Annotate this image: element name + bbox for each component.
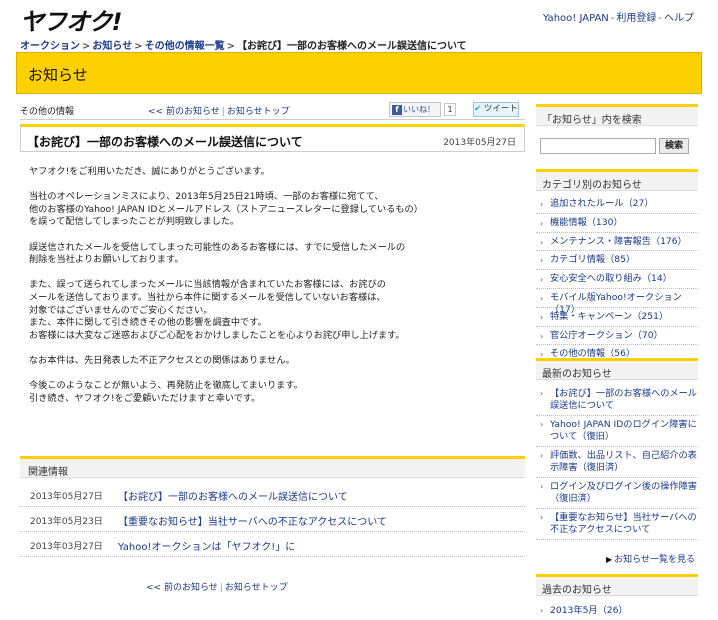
breadcrumb: オークション > お知らせ > その他の情報一覧 > 【お詫び】一部のお客様へのメール誤送信… bbox=[20, 41, 467, 52]
article-body: ヤフオク!をご利用いただき、誠にありがとうございます。 当社のオペレーションミス… bbox=[29, 166, 519, 418]
latest-item[interactable]: › Yahoo! JAPAN IDのログイン障害に ついて（復旧） bbox=[536, 416, 698, 447]
category-list: › 追加されたルール（27） › 機能情報（130） › メンテナンス・障害報告（17… bbox=[536, 195, 698, 365]
category-item[interactable]: › 追加されたルール（27） bbox=[536, 195, 698, 214]
latest-item[interactable]: › 【お詫び】一部のお客様へのメール 誤送信について bbox=[536, 385, 698, 416]
arrow-right-icon: › bbox=[540, 293, 544, 303]
latest-item[interactable]: › 評価数、出品リスト、自己紹介の表 示障害（復旧済） bbox=[536, 447, 698, 478]
page-title: お知らせ bbox=[28, 66, 88, 84]
article-paragraph: 今後このようなことが無いよう、再発防止を徹底してまいります。 引き続き、ヤフオク!… bbox=[29, 380, 303, 404]
related-row[interactable]: 2013年05月27日 【お詫び】一部のお客様へのメール誤送信について bbox=[20, 482, 525, 507]
category-heading: カテゴリ別のお知らせ bbox=[536, 169, 698, 191]
triangle-right-icon: ▶ bbox=[606, 555, 613, 564]
search-heading: 「お知らせ」内を検索 bbox=[536, 104, 698, 126]
latest-list: › 【お詫び】一部のお客様へのメール 誤送信について › Yahoo! JAPAN I… bbox=[536, 385, 698, 540]
article-paragraph: 当社のオペレーションミスにより、2013年5月25日21時頃、一部のお客様に宛て… bbox=[29, 191, 423, 228]
yahuoku-logo[interactable]: ヤフオク! bbox=[20, 2, 122, 37]
related-date: 2013年05月23日 bbox=[30, 517, 103, 527]
tweet-label: ツイート bbox=[483, 104, 518, 114]
article-nav-top: << 前のお知らせ | お知らせトップ bbox=[148, 107, 290, 117]
like-label: いいね！ bbox=[403, 105, 435, 114]
past-list: › 2013年5月（26） bbox=[536, 602, 698, 620]
breadcrumb-news[interactable]: お知らせ bbox=[92, 41, 132, 52]
arrow-right-icon: › bbox=[540, 606, 544, 615]
category-item[interactable]: › モバイル版Yahoo!オークション（17） bbox=[536, 289, 698, 315]
register-link[interactable]: 利用登録 bbox=[616, 13, 656, 24]
header-links: Yahoo! JAPAN - 利用登録 - ヘルプ bbox=[542, 13, 694, 24]
latest-item[interactable]: › 【重要なお知らせ】当社サーバへの 不正なアクセスについて bbox=[536, 509, 698, 540]
arrow-right-icon: › bbox=[540, 200, 544, 209]
arrow-right-icon: › bbox=[540, 451, 544, 460]
related-row[interactable]: 2013年05月23日 【重要なお知らせ】当社サーバへの不正なアクセスについて bbox=[20, 507, 525, 532]
twitter-icon: ✔ bbox=[474, 104, 482, 114]
breadcrumb-other-info[interactable]: その他の情報一覧 bbox=[145, 41, 225, 52]
facebook-like-button[interactable]: f いいね！ bbox=[389, 102, 441, 117]
article-paragraph: なお本件は、先日発表した不正アクセスとの関係はありません。 bbox=[29, 354, 295, 366]
article-date: 2013年05月27日 bbox=[443, 138, 516, 148]
category-item[interactable]: › 安心安全への取り組み（14） bbox=[536, 270, 698, 289]
search-button[interactable]: 検索 bbox=[659, 138, 689, 154]
latest-heading: 最新のお知らせ bbox=[536, 358, 698, 380]
yahoo-japan-link[interactable]: Yahoo! JAPAN bbox=[543, 13, 609, 24]
article-paragraph: また、誤って送られてしまったメールに当該情報が含まれていたお客様には、お詫びのメ… bbox=[29, 279, 405, 341]
arrow-right-icon: › bbox=[540, 420, 544, 429]
article-paragraph: ヤフオク!をご利用いただき、誠にありがとうございます。 bbox=[29, 166, 270, 177]
related-link[interactable]: 【お詫び】一部のお客様へのメール誤送信について bbox=[118, 488, 348, 503]
facebook-icon: f bbox=[392, 104, 402, 115]
site-header: ヤフオク! Yahoo! JAPAN - 利用登録 - ヘルプ bbox=[0, 0, 718, 37]
category-item[interactable]: › カテゴリ情報（85） bbox=[536, 251, 698, 271]
main-content: その他の情報 << 前のお知らせ | お知らせトップ f いいね！ 1 ✔ ツイート … bbox=[20, 100, 525, 593]
arrow-right-icon: › bbox=[540, 218, 544, 228]
category-label: その他の情報 bbox=[20, 107, 75, 117]
like-count: 1 bbox=[444, 103, 456, 116]
latest-item[interactable]: › ログイン及びログイン後の操作障害 （復旧済） bbox=[536, 478, 698, 509]
search-input[interactable] bbox=[540, 138, 656, 154]
article-nav-bottom: << 前のお知らせ | お知らせトップ bbox=[146, 583, 288, 593]
page-banner: お知らせ bbox=[16, 52, 702, 94]
related-date: 2013年03月27日 bbox=[30, 542, 103, 552]
past-item[interactable]: › 2013年5月（26） bbox=[536, 602, 698, 620]
news-top-link[interactable]: お知らせトップ bbox=[225, 583, 288, 593]
category-item[interactable]: › 機能情報（130） bbox=[536, 214, 698, 233]
article-subhead: その他の情報 << 前のお知らせ | お知らせトップ f いいね！ 1 ✔ ツイート bbox=[20, 100, 525, 120]
arrow-right-icon: › bbox=[540, 482, 544, 491]
related-row[interactable]: 2013年03月27日 Yahoo!オークションは「ヤフオク!」に bbox=[20, 532, 525, 557]
related-link[interactable]: Yahoo!オークションは「ヤフオク!」に bbox=[118, 538, 295, 553]
arrow-right-icon: › bbox=[540, 312, 544, 322]
tweet-button[interactable]: ✔ ツイート bbox=[473, 102, 519, 117]
article-paragraph: 誤送信されたメールを受信してしまった可能性のあるお客様には、すでに受信したメール… bbox=[29, 241, 406, 266]
prev-news-link[interactable]: << 前のお知らせ bbox=[148, 107, 220, 117]
arrow-right-icon: › bbox=[540, 256, 544, 266]
related-info-heading: 関連情報 bbox=[20, 456, 525, 478]
article-title: 【お詫び】一部のお客様へのメール誤送信について bbox=[27, 135, 303, 149]
arrow-right-icon: › bbox=[540, 275, 544, 285]
breadcrumb-current: 【お詫び】一部のお客様へのメール誤送信について bbox=[236, 41, 467, 52]
prev-news-link[interactable]: << 前のお知らせ bbox=[146, 583, 218, 593]
news-top-link[interactable]: お知らせトップ bbox=[227, 107, 290, 117]
help-link[interactable]: ヘルプ bbox=[664, 13, 694, 24]
arrow-right-icon: › bbox=[540, 513, 544, 522]
past-heading: 過去のお知らせ bbox=[536, 574, 698, 596]
category-item[interactable]: › メンテナンス・障害報告（176） bbox=[536, 233, 698, 252]
arrow-right-icon: › bbox=[540, 237, 544, 247]
arrow-right-icon: › bbox=[540, 389, 544, 398]
breadcrumb-auction[interactable]: オークション bbox=[20, 41, 80, 52]
article-header: 【お詫び】一部のお客様へのメール誤送信について 2013年05月27日 bbox=[20, 124, 525, 152]
arrow-right-icon: › bbox=[540, 331, 544, 341]
category-item[interactable]: › 特集・キャンペーン（251） bbox=[536, 308, 698, 327]
news-list-link[interactable]: ▶ お知らせ一覧を見る bbox=[606, 552, 695, 565]
related-link[interactable]: 【重要なお知らせ】当社サーバへの不正なアクセスについて bbox=[118, 513, 387, 528]
related-date: 2013年05月27日 bbox=[30, 492, 103, 502]
category-item[interactable]: › 官公庁オークション（70） bbox=[536, 327, 698, 346]
